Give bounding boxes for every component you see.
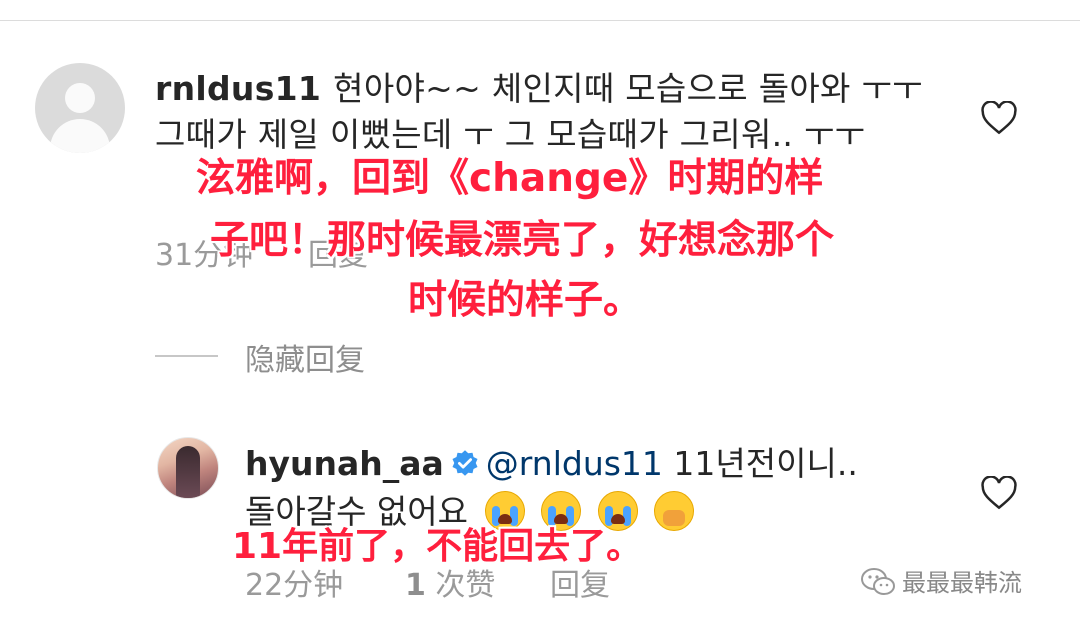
hide-replies-button[interactable]: 隐藏回复: [245, 335, 365, 379]
avatar-head-shape: [65, 83, 95, 113]
heart-outline-icon[interactable]: [980, 101, 1018, 135]
watermark: 最最最韩流: [860, 563, 1022, 598]
default-avatar[interactable]: [35, 63, 125, 153]
comment2-username[interactable]: hyunah_aa: [245, 444, 444, 483]
avatar-figure: [176, 446, 200, 498]
user-avatar[interactable]: [157, 437, 219, 499]
comment2-likes-count[interactable]: 1 次赞: [405, 560, 495, 604]
comment2-timestamp: 22分钟: [245, 568, 344, 603]
translation-caption-line1: 泫雅啊，回到《change》时期的样: [196, 156, 824, 201]
comment1-text-block: rnldus11 현아야~~ 체인지때 모습으로 돌아와 ㅜㅜ 그때가 제일 이뻤…: [155, 66, 945, 158]
comment2-reply-button[interactable]: 回复: [550, 560, 610, 604]
hand-over-mouth-emoji-icon: [654, 491, 695, 531]
hide-replies-divider: [155, 355, 218, 357]
likes-label: 次赞: [435, 568, 496, 603]
comment1-username[interactable]: rnldus11: [155, 69, 321, 108]
watermark-text: 最最最韩流: [902, 569, 1022, 597]
top-divider: [0, 20, 1080, 21]
comment2-mention-link[interactable]: @rnldus11: [486, 444, 663, 483]
translation-caption-line3: 时候的样子。: [408, 278, 643, 323]
likes-number: 1: [405, 568, 426, 603]
comment2-body-line1: 11년전이니..: [673, 444, 858, 483]
avatar-body-shape: [50, 119, 110, 153]
translation-caption-line2: 子吧！那时候最漂亮了，好想念那个: [210, 218, 835, 263]
wechat-icon: [861, 568, 895, 595]
verified-badge-icon: [452, 450, 478, 476]
heart-outline-icon[interactable]: [980, 476, 1018, 510]
